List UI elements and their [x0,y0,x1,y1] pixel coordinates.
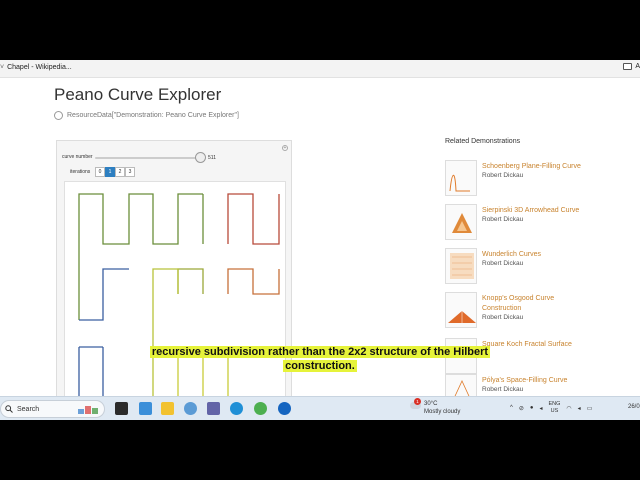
widgets-icon[interactable] [139,402,152,415]
resource-label: ResourceData["Demonstration: Peano Curve… [67,112,239,119]
iteration-button-2[interactable]: 2 [115,167,125,177]
mic-icon[interactable]: ● [530,405,534,411]
search-icon [5,405,13,413]
related-item[interactable]: Knopp's Osgood Curve Construction Robert… [445,292,635,332]
taskbar: Search 1 30°C Mostly cloudy ^ ⊘ ● ◂ ENG … [0,396,640,420]
related-item-author: Robert Dickau [482,260,524,267]
bookmark-folder-label: A [635,63,640,70]
app-icon[interactable] [278,402,291,415]
letterbox-top [0,0,640,60]
related-item-author: Robert Dickau [482,386,524,393]
volume-icon[interactable]: ◂ [539,405,542,412]
network-off-icon[interactable]: ⊘ [519,405,524,412]
curve-number-slider[interactable] [95,157,205,159]
related-item-author: Robert Dickau [482,216,524,223]
related-item[interactable]: Pólya's Space-Filling Curve Robert Dicka… [445,374,635,396]
weather-desc: Mostly cloudy [424,409,461,415]
related-item[interactable]: Sierpinski 3D Arrowhead Curve Robert Dic… [445,204,635,244]
resource-link[interactable]: ResourceData["Demonstration: Peano Curve… [54,111,239,120]
bookmarks-bar: ˅ Chapel - Wikipedia... A [0,60,640,78]
lang-bottom: US [550,408,559,414]
iteration-button-1[interactable]: 1 [105,167,115,177]
related-item[interactable]: Schoenberg Plane-Filling Curve Robert Di… [445,160,635,200]
bookmark-label: Chapel - Wikipedia... [7,64,72,71]
caption-line-2: construction. [283,360,357,372]
related-item-author: Robert Dickau [482,314,524,321]
clock[interactable]: 26/0 [628,404,640,410]
resource-icon [54,111,63,120]
search-highlight-icon [78,406,98,414]
lang-top: ENG [548,401,561,407]
edge-icon[interactable] [230,402,243,415]
related-thumbnail [445,204,477,240]
related-item-name[interactable]: Knopp's Osgood Curve Construction [482,294,592,314]
language-indicator[interactable]: ENG US [549,401,561,415]
related-thumbnail [445,160,477,196]
folder-icon [623,63,633,70]
bookmark-chevron-icon: ˅ [0,64,5,71]
iteration-button-3[interactable]: 3 [125,167,135,177]
related-thumbnail [445,374,477,396]
slider-thumb[interactable] [195,152,206,163]
caption-line-1: recursive subdivision rather than the 2x… [149,346,491,358]
iterations-setter: 0 1 2 3 [95,167,135,177]
speaker-icon[interactable]: ◂ [578,405,581,412]
video-caption: recursive subdivision rather than the 2x… [0,345,640,373]
system-tray: ^ ⊘ ● ◂ ENG US ◠ ◂ ▭ [510,401,592,415]
expand-plus-icon[interactable]: + [282,145,288,151]
weather-widget[interactable]: 1 30°C Mostly cloudy [410,398,461,416]
bookmark-folder[interactable]: A [623,63,640,70]
chevron-up-icon[interactable]: ^ [510,405,513,411]
bookmark-chapel[interactable]: ˅ Chapel - Wikipedia... [0,64,72,71]
iteration-button-0[interactable]: 0 [95,167,105,177]
file-explorer-icon[interactable] [161,402,174,415]
related-item-name[interactable]: Sierpinski 3D Arrowhead Curve [482,206,592,216]
search-placeholder: Search [17,405,40,413]
curve-number-label: curve number [62,154,93,160]
weather-temp: 30°C [424,401,438,407]
task-view-icon[interactable] [115,402,128,415]
copilot-icon[interactable] [184,402,197,415]
page-title: Peano Curve Explorer [54,85,222,104]
letterbox-bottom [0,420,640,480]
related-item[interactable]: Wunderlich Curves Robert Dickau [445,248,635,288]
wifi-icon[interactable]: ◠ [566,405,571,412]
related-thumbnail [445,292,477,328]
related-item-name[interactable]: Pólya's Space-Filling Curve [482,376,592,386]
related-item-author: Robert Dickau [482,172,524,179]
weather-badge: 1 [414,398,421,405]
related-item-name[interactable]: Schoenberg Plane-Filling Curve [482,162,592,172]
chrome-icon[interactable] [254,402,267,415]
related-thumbnail [445,248,477,284]
iterations-label: iterations [70,169,91,175]
curve-number-value: 511 [208,155,216,161]
related-demonstrations-heading: Related Demonstrations [445,138,521,145]
taskbar-search[interactable]: Search [0,400,105,418]
related-item-name[interactable]: Wunderlich Curves [482,250,592,260]
battery-icon[interactable]: ▭ [587,405,593,412]
teams-icon[interactable] [207,402,220,415]
